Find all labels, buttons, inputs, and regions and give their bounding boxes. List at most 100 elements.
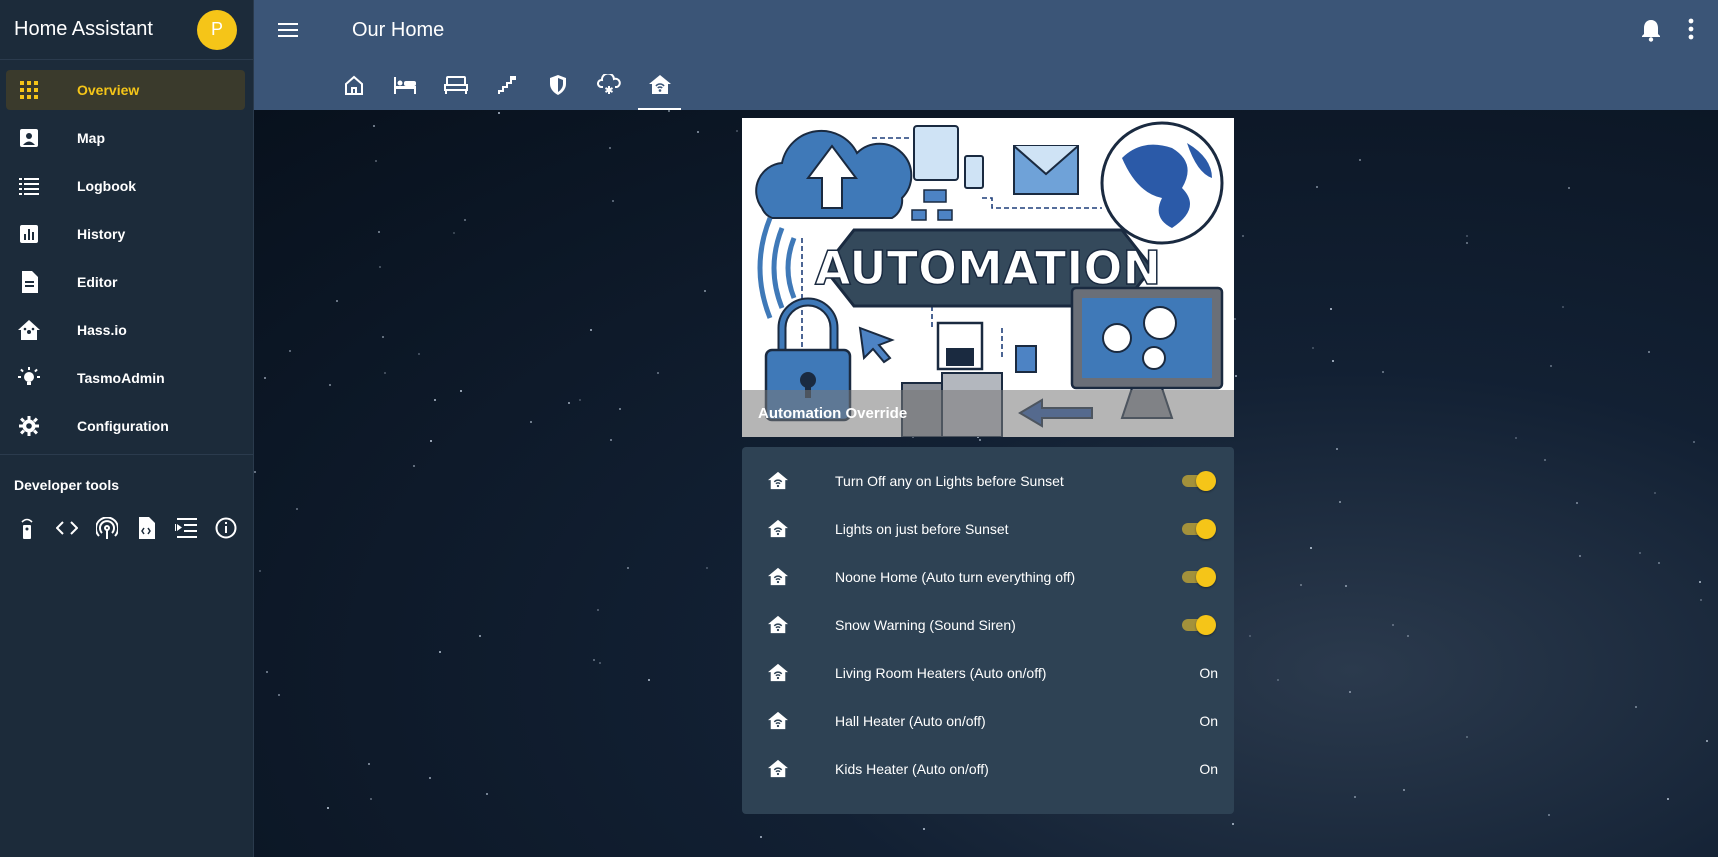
- star: [923, 828, 925, 830]
- sidebar-item-tasmoadmin[interactable]: TasmoAdmin: [6, 358, 245, 398]
- star: [486, 793, 488, 795]
- entity-state: On: [1199, 665, 1218, 681]
- star: [979, 439, 981, 441]
- avatar[interactable]: P: [197, 9, 237, 50]
- star: [1466, 235, 1468, 237]
- sidebar-item-editor[interactable]: Editor: [6, 262, 245, 302]
- star: [1515, 437, 1517, 439]
- entity-name[interactable]: Noone Home (Auto turn everything off): [835, 569, 1180, 585]
- star: [627, 567, 629, 569]
- star: [1550, 365, 1552, 367]
- star: [1349, 691, 1351, 693]
- star: [1312, 347, 1314, 349]
- star: [375, 160, 377, 162]
- tab-weather[interactable]: [583, 60, 634, 110]
- star: [453, 232, 455, 234]
- toggle-thumb: [1196, 471, 1216, 491]
- tab-home[interactable]: [328, 60, 379, 110]
- star: [296, 508, 298, 510]
- star: [379, 266, 381, 268]
- sidebar-item-hassio[interactable]: Hass.io: [6, 310, 245, 350]
- star: [1336, 448, 1338, 450]
- entity-state: On: [1199, 761, 1218, 777]
- star: [1300, 584, 1302, 586]
- entity-row[interactable]: Hall Heater (Auto on/off) On: [742, 697, 1234, 745]
- picture-caption: Automation Override: [742, 390, 1234, 437]
- star: [1568, 187, 1570, 189]
- sidebar-item-logbook[interactable]: Logbook: [6, 166, 245, 206]
- entities-card: Turn Off any on Lights before Sunset Ligh…: [742, 447, 1234, 814]
- star: [434, 399, 436, 401]
- star: [1562, 306, 1564, 308]
- more-vert-icon[interactable]: [1688, 18, 1694, 42]
- home-automation-icon: [766, 471, 790, 491]
- tab-kids-room[interactable]: [430, 60, 481, 110]
- star: [1576, 502, 1578, 504]
- star: [609, 147, 611, 149]
- home-automation-icon: [766, 519, 790, 539]
- star: [760, 836, 762, 838]
- toggle-switch[interactable]: [1180, 567, 1216, 587]
- tab-security[interactable]: [532, 60, 583, 110]
- star: [1234, 318, 1236, 320]
- sidebar: Home Assistant P Overview Map Logbook Hi…: [0, 0, 254, 857]
- star: [657, 372, 659, 374]
- sidebar-nav: Overview Map Logbook History Editor Hass…: [0, 60, 253, 446]
- file-icon: [16, 271, 42, 293]
- tab-bedroom[interactable]: [379, 60, 430, 110]
- home-assistant-icon: [16, 320, 42, 340]
- sidebar-item-label: Hass.io: [77, 322, 127, 338]
- file-code-icon[interactable]: [133, 515, 159, 541]
- entity-row[interactable]: Turn Off any on Lights before Sunset: [742, 457, 1234, 505]
- account-box-icon: [16, 128, 42, 148]
- entity-name[interactable]: Snow Warning (Sound Siren): [835, 617, 1180, 633]
- shield-icon: [548, 74, 568, 96]
- entity-row[interactable]: Noone Home (Auto turn everything off): [742, 553, 1234, 601]
- entity-row[interactable]: Living Room Heaters (Auto on/off) On: [742, 649, 1234, 697]
- sidebar-item-overview[interactable]: Overview: [6, 70, 245, 110]
- home-icon: [343, 74, 365, 96]
- sidebar-item-label: Configuration: [77, 418, 169, 434]
- star: [384, 372, 386, 374]
- entity-name[interactable]: Living Room Heaters (Auto on/off): [835, 665, 1199, 681]
- code-icon[interactable]: [54, 515, 80, 541]
- star: [373, 125, 375, 127]
- sidebar-item-label: Overview: [77, 82, 140, 98]
- info-icon[interactable]: [213, 515, 239, 541]
- star: [706, 567, 708, 569]
- picture-card[interactable]: AUTOMATION Automation Override: [742, 118, 1234, 437]
- home-automation-icon: [648, 74, 671, 96]
- entity-name[interactable]: Turn Off any on Lights before Sunset: [835, 473, 1180, 489]
- entity-name[interactable]: Hall Heater (Auto on/off): [835, 713, 1199, 729]
- format-indent-icon[interactable]: [173, 515, 199, 541]
- entity-name[interactable]: Kids Heater (Auto on/off): [835, 761, 1199, 777]
- remote-icon[interactable]: [14, 515, 40, 541]
- sidebar-item-map[interactable]: Map: [6, 118, 245, 158]
- star: [697, 131, 699, 133]
- toggle-switch[interactable]: [1180, 615, 1216, 635]
- antenna-icon[interactable]: [94, 515, 120, 541]
- menu-icon[interactable]: [278, 23, 304, 37]
- star: [1667, 798, 1669, 800]
- star: [259, 570, 261, 572]
- tab-automation[interactable]: [634, 60, 685, 110]
- weather-snowy-icon: [596, 74, 621, 96]
- star: [593, 659, 595, 661]
- sidebar-item-configuration[interactable]: Configuration: [6, 406, 245, 446]
- star: [1310, 547, 1312, 549]
- entity-row[interactable]: Kids Heater (Auto on/off) On: [742, 745, 1234, 793]
- bell-icon[interactable]: [1640, 18, 1662, 42]
- star: [413, 465, 415, 467]
- entity-name[interactable]: Lights on just before Sunset: [835, 521, 1180, 537]
- entity-row[interactable]: Snow Warning (Sound Siren): [742, 601, 1234, 649]
- tab-stairs[interactable]: [481, 60, 532, 110]
- sidebar-item-label: TasmoAdmin: [77, 370, 165, 386]
- star: [430, 440, 432, 442]
- entity-row[interactable]: Lights on just before Sunset: [742, 505, 1234, 553]
- toggle-switch[interactable]: [1180, 519, 1216, 539]
- star: [579, 399, 581, 401]
- sidebar-item-history[interactable]: History: [6, 214, 245, 254]
- toggle-switch[interactable]: [1180, 471, 1216, 491]
- star: [329, 384, 331, 386]
- star: [1332, 360, 1334, 362]
